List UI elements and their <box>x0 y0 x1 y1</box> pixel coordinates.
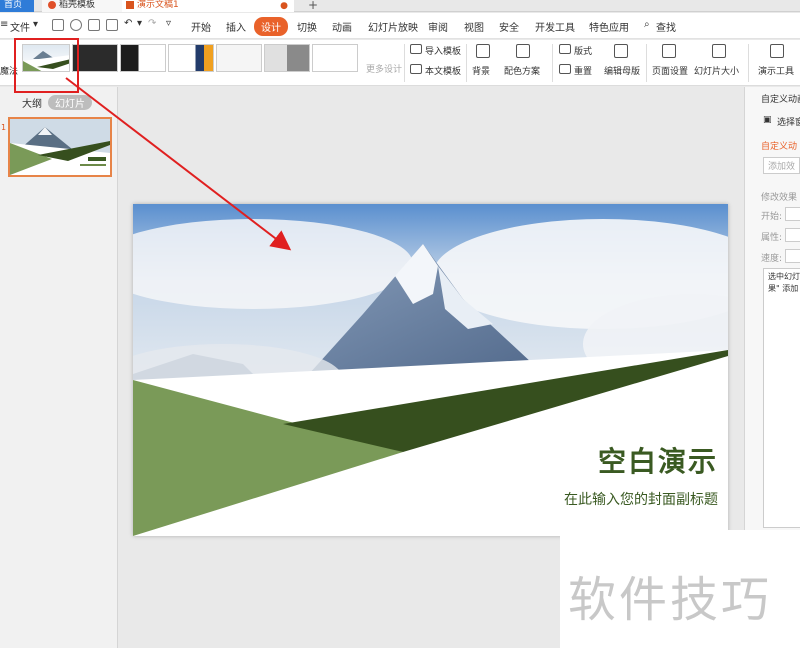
slide-thumbnail-1[interactable] <box>8 117 112 177</box>
menu-start[interactable]: 开始 <box>191 19 211 34</box>
body-template-button[interactable]: 本文模板 <box>425 64 461 77</box>
slide-background-photo <box>133 204 728 536</box>
menu-security[interactable]: 安全 <box>499 19 519 34</box>
unsaved-dot-icon: ● <box>280 1 288 11</box>
template-thumb-blue-orange[interactable] <box>168 44 214 72</box>
color-scheme-button[interactable]: 配色方案 <box>504 64 540 77</box>
ribbon-separator <box>466 44 467 82</box>
template-thumb-white[interactable] <box>312 44 358 72</box>
menu-review[interactable]: 审阅 <box>428 19 448 34</box>
modify-effect-label: 修改效果 <box>761 193 798 203</box>
presentation-file-icon <box>126 0 134 9</box>
undo-icon[interactable]: ↶ <box>124 18 132 29</box>
watermark: 软件技巧 <box>560 530 800 648</box>
design-ribbon: 魔法 更多设计 导入模板 本文模板 背景 配色方案 版式 重置 编辑母版 页面设… <box>0 40 800 86</box>
slide-size-button[interactable]: 幻灯片大小 <box>694 64 739 77</box>
file-dropdown-icon[interactable]: ▾ <box>33 19 38 30</box>
redo-icon[interactable]: ↷ <box>148 18 156 29</box>
slide-subtitle[interactable]: 在此输入您的封面副标题 <box>564 489 718 509</box>
presentation-tools-button[interactable]: 演示工具 <box>758 64 794 77</box>
edit-master-button[interactable]: 编辑母版 <box>604 64 640 77</box>
tab-docer-label: 稻壳模板 <box>59 0 96 10</box>
speed-label: 速度: <box>761 254 783 264</box>
layout-icon[interactable] <box>559 44 571 54</box>
import-template-icon[interactable] <box>410 44 422 54</box>
ribbon-separator <box>552 44 553 82</box>
tab-strip: 首页 稻壳模板 演示文稿1 ● + <box>0 0 800 12</box>
tab-document[interactable]: 演示文稿1 ● <box>122 0 294 12</box>
menu-bar: ≡ 文件 ▾ ↶ ▾ ↷ ▿ 开始 插入 设计 切换 动画 幻灯片放映 审阅 视… <box>0 13 800 39</box>
menu-transitions[interactable]: 切换 <box>297 19 317 34</box>
outline-tab[interactable]: 大纲 <box>22 95 42 110</box>
pane-heading: 自定义动画 <box>761 95 800 105</box>
page-setup-button[interactable]: 页面设置 <box>652 64 688 77</box>
menu-slideshow[interactable]: 幻灯片放映 <box>368 19 418 34</box>
search-icon[interactable]: ⌕ <box>644 19 650 30</box>
add-effect-button[interactable]: 添加效 <box>763 157 800 174</box>
slide-size-icon[interactable] <box>712 44 726 58</box>
menu-developer[interactable]: 开发工具 <box>535 19 575 34</box>
ribbon-separator <box>646 44 647 82</box>
speed-select[interactable] <box>785 249 800 263</box>
ribbon-separator <box>748 44 749 82</box>
tab-docer[interactable]: 稻壳模板 <box>42 0 122 12</box>
print-icon[interactable] <box>88 19 100 31</box>
reset-icon[interactable] <box>559 64 571 74</box>
print-preview-icon[interactable] <box>106 19 118 31</box>
background-icon[interactable] <box>476 44 490 58</box>
undo-dropdown-icon[interactable]: ▾ <box>137 18 142 29</box>
tab-home[interactable]: 首页 <box>0 0 34 12</box>
template-gallery: 更多设计 <box>22 44 407 75</box>
color-scheme-icon[interactable] <box>516 44 530 58</box>
menu-view[interactable]: 视图 <box>464 19 484 34</box>
save-icon[interactable] <box>52 19 64 31</box>
property-label: 属性: <box>761 233 783 243</box>
animation-hint-line1: 选中幻灯 <box>768 272 800 281</box>
customize-quickbar-icon[interactable]: ▿ <box>166 18 171 29</box>
history-icon[interactable] <box>70 19 82 31</box>
ribbon-separator <box>404 44 405 82</box>
menu-search[interactable]: 查找 <box>656 19 676 34</box>
watermark-text: 软件技巧 <box>568 572 773 628</box>
select-pane-icon[interactable]: ▣ <box>763 115 772 125</box>
body-template-icon[interactable] <box>410 64 422 74</box>
reset-button[interactable]: 重置 <box>574 64 592 77</box>
slides-tab[interactable]: 幻灯片 <box>48 95 92 110</box>
template-thumb-light[interactable] <box>216 44 262 72</box>
slide-1[interactable]: 空白演示 在此输入您的封面副标题 <box>133 204 728 536</box>
menu-special[interactable]: 特色应用 <box>589 19 629 34</box>
annotation-highlight-box <box>14 38 79 93</box>
animation-hint-line2: 果" 添加 <box>768 284 799 293</box>
page-setup-icon[interactable] <box>662 44 676 58</box>
menu-animation[interactable]: 动画 <box>332 19 352 34</box>
property-select[interactable] <box>785 228 800 242</box>
start-select[interactable] <box>785 207 800 221</box>
edit-master-icon[interactable] <box>614 44 628 58</box>
custom-animation-label: 自定义动 <box>761 142 798 152</box>
template-thumb-black-white[interactable] <box>120 44 166 72</box>
hamburger-icon[interactable]: ≡ <box>0 19 8 30</box>
slide-number: 1 <box>1 123 7 132</box>
layout-button[interactable]: 版式 <box>574 44 592 57</box>
menu-design[interactable]: 设计 <box>254 17 288 36</box>
presentation-tools-icon[interactable] <box>770 44 784 58</box>
import-template-button[interactable]: 导入模板 <box>425 44 461 57</box>
tab-home-label: 首页 <box>4 0 23 10</box>
select-pane-button[interactable]: 选择窗格 <box>777 115 800 128</box>
more-designs-link[interactable]: 更多设计 <box>366 62 402 75</box>
tab-document-label: 演示文稿1 <box>137 0 179 10</box>
animation-list[interactable]: 选中幻灯 果" 添加 <box>763 268 800 528</box>
start-label: 开始: <box>761 212 783 222</box>
template-thumb-grey[interactable] <box>264 44 310 72</box>
docer-icon <box>48 0 56 9</box>
menu-file[interactable]: 文件 <box>10 19 30 34</box>
new-tab-button[interactable]: + <box>304 0 320 12</box>
slide-title[interactable]: 空白演示 <box>598 440 718 480</box>
slide-navigation-pane: 大纲 幻灯片 1 <box>0 87 118 648</box>
background-button[interactable]: 背景 <box>472 64 490 77</box>
menu-insert[interactable]: 插入 <box>226 19 246 34</box>
